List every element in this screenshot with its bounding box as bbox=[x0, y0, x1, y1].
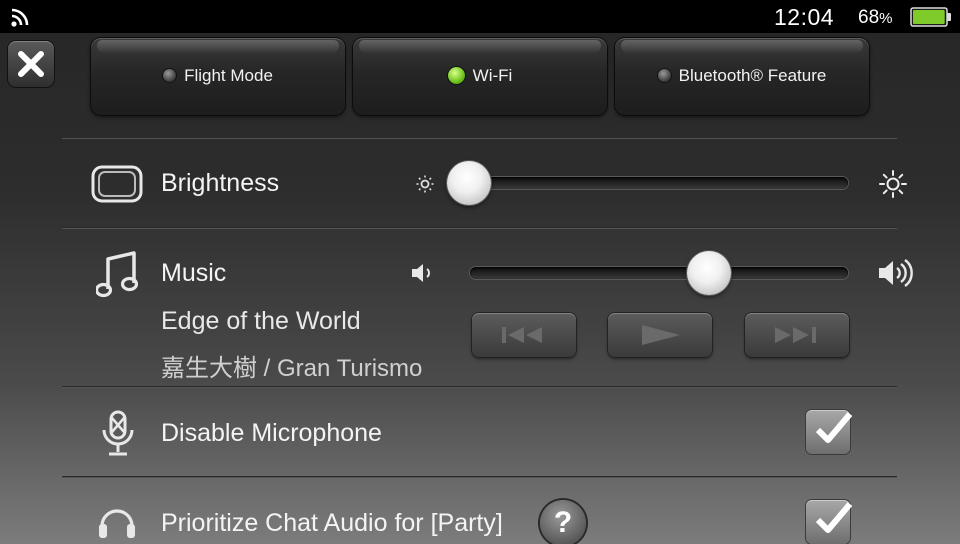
volume-low-icon bbox=[412, 264, 430, 282]
divider bbox=[62, 227, 897, 229]
play-icon bbox=[642, 325, 680, 345]
close-icon bbox=[18, 51, 44, 77]
checkmark-icon bbox=[815, 412, 853, 443]
track-artist: 嘉生大樹 / Gran Turismo bbox=[161, 355, 423, 382]
prioritize-chat-audio-label: Prioritize Chat Audio for [Party] bbox=[161, 509, 503, 537]
volume-high-icon bbox=[879, 259, 913, 287]
disable-microphone-label: Disable Microphone bbox=[161, 419, 382, 447]
prioritize-chat-audio-checkbox[interactable] bbox=[806, 500, 853, 544]
bluetooth-indicator-icon bbox=[657, 69, 671, 82]
wifi-toggle[interactable]: Wi-Fi bbox=[353, 38, 607, 115]
display-icon bbox=[91, 165, 143, 203]
next-track-icon bbox=[775, 327, 816, 343]
brightness-slider[interactable] bbox=[470, 177, 848, 189]
previous-track-icon bbox=[502, 327, 542, 343]
battery-percentage: 68% bbox=[858, 7, 893, 28]
headset-icon bbox=[99, 509, 135, 538]
play-button[interactable] bbox=[608, 313, 712, 357]
clock-time: 12:04 bbox=[774, 4, 835, 30]
brightness-high-icon bbox=[879, 170, 907, 198]
close-button[interactable] bbox=[8, 41, 54, 87]
divider bbox=[62, 476, 897, 478]
divider bbox=[62, 137, 897, 139]
volume-slider-thumb[interactable] bbox=[687, 251, 732, 295]
flight-mode-indicator-icon bbox=[163, 69, 177, 82]
previous-track-button[interactable] bbox=[472, 313, 576, 357]
next-track-button[interactable] bbox=[745, 313, 849, 357]
disable-microphone-checkbox[interactable] bbox=[806, 410, 853, 454]
microphone-muted-icon bbox=[102, 410, 134, 456]
battery-icon bbox=[910, 7, 951, 27]
help-button[interactable]: ? bbox=[540, 500, 586, 544]
track-title: Edge of the World bbox=[161, 307, 361, 335]
wifi-indicator-icon bbox=[447, 67, 465, 84]
brightness-slider-thumb[interactable] bbox=[447, 161, 491, 205]
checkmark-icon bbox=[815, 502, 853, 533]
volume-slider[interactable] bbox=[470, 267, 848, 279]
bluetooth-label: Bluetooth® Feature bbox=[678, 66, 827, 85]
flight-mode-toggle[interactable]: Flight Mode bbox=[91, 38, 345, 115]
wifi-label: Wi-Fi bbox=[472, 66, 513, 85]
music-note-icon bbox=[96, 251, 138, 298]
divider bbox=[62, 386, 897, 388]
brightness-label: Brightness bbox=[161, 169, 280, 197]
flight-mode-label: Flight Mode bbox=[184, 66, 273, 85]
status-bar: 12:04 68% bbox=[0, 0, 960, 33]
bluetooth-toggle[interactable]: Bluetooth® Feature bbox=[615, 38, 869, 115]
music-label: Music bbox=[161, 259, 227, 287]
brightness-low-icon bbox=[416, 175, 434, 193]
wifi-signal-icon bbox=[11, 8, 29, 27]
